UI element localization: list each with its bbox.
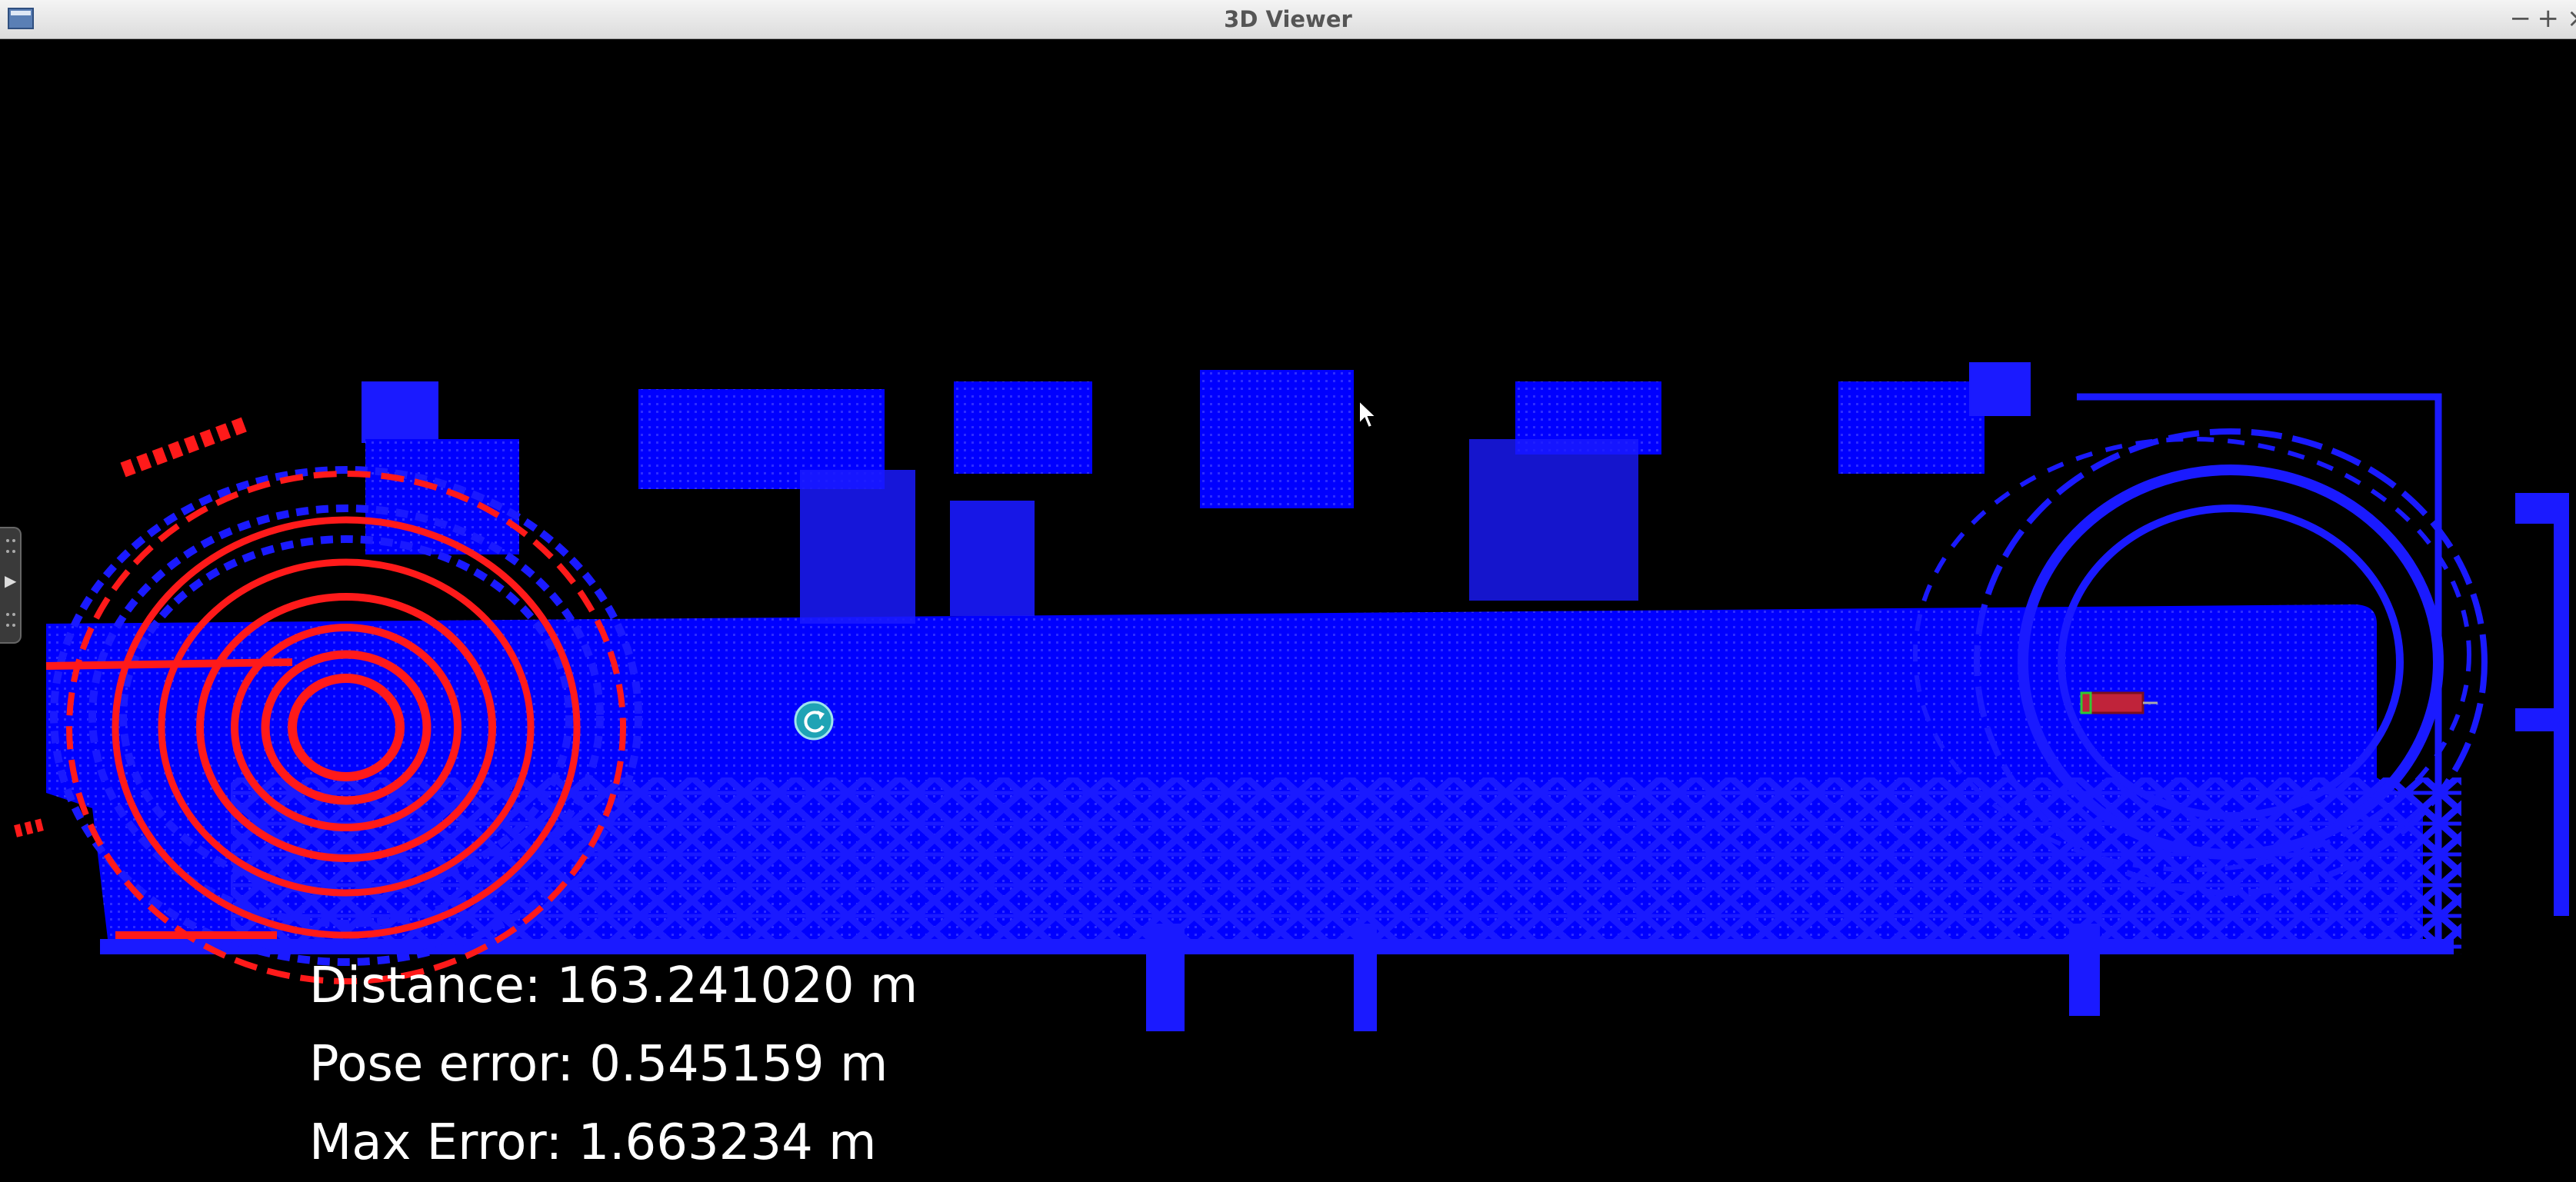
- close-button[interactable]: ×: [2567, 3, 2576, 34]
- play-arrow-icon: ▶: [5, 571, 17, 590]
- mouse-pointer-icon: [1358, 399, 1378, 429]
- window-titlebar[interactable]: 3D Viewer − + ×: [0, 0, 2576, 39]
- distance-readout: Distance: 163.241020 m: [309, 957, 918, 1014]
- window-title: 3D Viewer: [1224, 6, 1352, 32]
- grip-dot: [12, 613, 15, 616]
- grip-dot: [12, 624, 15, 627]
- grip-dot: [12, 539, 15, 542]
- maximize-button[interactable]: +: [2538, 3, 2560, 34]
- grip-dot: [6, 550, 9, 553]
- reset-icon[interactable]: [794, 701, 834, 741]
- max-error-readout: Max Error: 1.663234 m: [309, 1114, 877, 1171]
- grip-dot: [6, 613, 9, 616]
- grip-dot: [6, 539, 9, 542]
- pose-error-readout: Pose error: 0.545159 m: [309, 1036, 888, 1093]
- grip-dot: [12, 550, 15, 553]
- metrics-overlay: Distance: 163.241020 m Pose error: 0.545…: [309, 947, 918, 1182]
- 3d-viewport[interactable]: ▶ Distance: 163.241020 m Pose error: 0.5…: [0, 39, 2576, 1171]
- map-cloud: [46, 362, 2569, 1031]
- panel-toggle-icon[interactable]: ▶: [0, 527, 22, 644]
- grip-dot: [6, 624, 9, 627]
- minimize-button[interactable]: −: [2510, 3, 2532, 34]
